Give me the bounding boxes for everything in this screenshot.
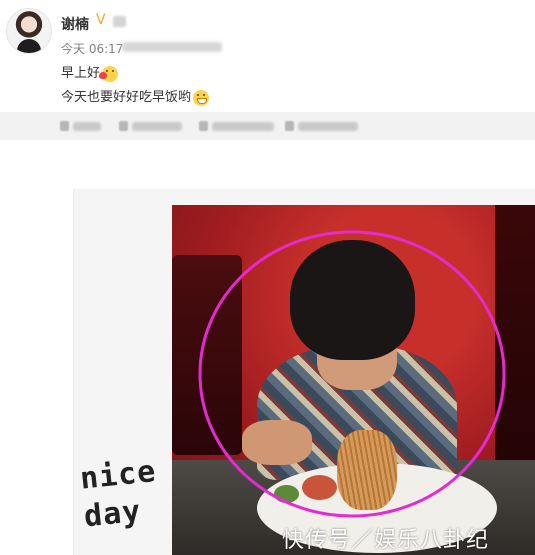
author-name[interactable]: 谢楠 (61, 14, 89, 34)
action-item-1[interactable] (60, 120, 101, 132)
post-photo[interactable] (172, 205, 535, 555)
grin-emoji-icon (193, 89, 210, 106)
action-item-4[interactable] (285, 120, 358, 132)
handwritten-nice-day: nice day (78, 452, 175, 537)
child-arm (242, 420, 312, 465)
action-item-2[interactable] (119, 120, 182, 132)
action-icon-4 (285, 121, 294, 131)
pasta (337, 430, 397, 510)
action-icon-1 (60, 121, 69, 131)
post-text-line-1-text: 早上好 (61, 66, 101, 81)
action-bar (0, 114, 535, 140)
post-text-line-2: 今天也要好好吃早饭哟 (61, 86, 210, 106)
action-label-3 (212, 121, 274, 131)
greens (274, 485, 299, 503)
action-label-4 (298, 121, 358, 131)
action-label-1 (73, 121, 101, 131)
post-time[interactable]: 今天 06:17 (61, 40, 123, 57)
weibo-post: 谢楠 V 今天 06:17 早上好 今天也要好好吃早饭哟 (0, 0, 535, 112)
chair (172, 255, 242, 455)
action-label-2 (132, 121, 182, 131)
action-item-3[interactable] (199, 120, 274, 132)
post-text-line-2-text: 今天也要好好吃早饭哟 (61, 90, 192, 105)
post-text-line-1: 早上好 (61, 62, 119, 82)
avatar[interactable] (6, 8, 52, 54)
post-source-blurred (122, 42, 222, 52)
level-badge-blurred (113, 16, 126, 27)
action-icon-2 (119, 121, 128, 131)
sauce (302, 475, 337, 500)
child-hair (290, 240, 415, 360)
watermark: 快传号／娱乐八卦纪 (282, 528, 490, 553)
kiss-heart-emoji-icon (99, 65, 119, 82)
action-icon-3 (199, 121, 208, 131)
verified-v-icon: V (96, 12, 106, 28)
